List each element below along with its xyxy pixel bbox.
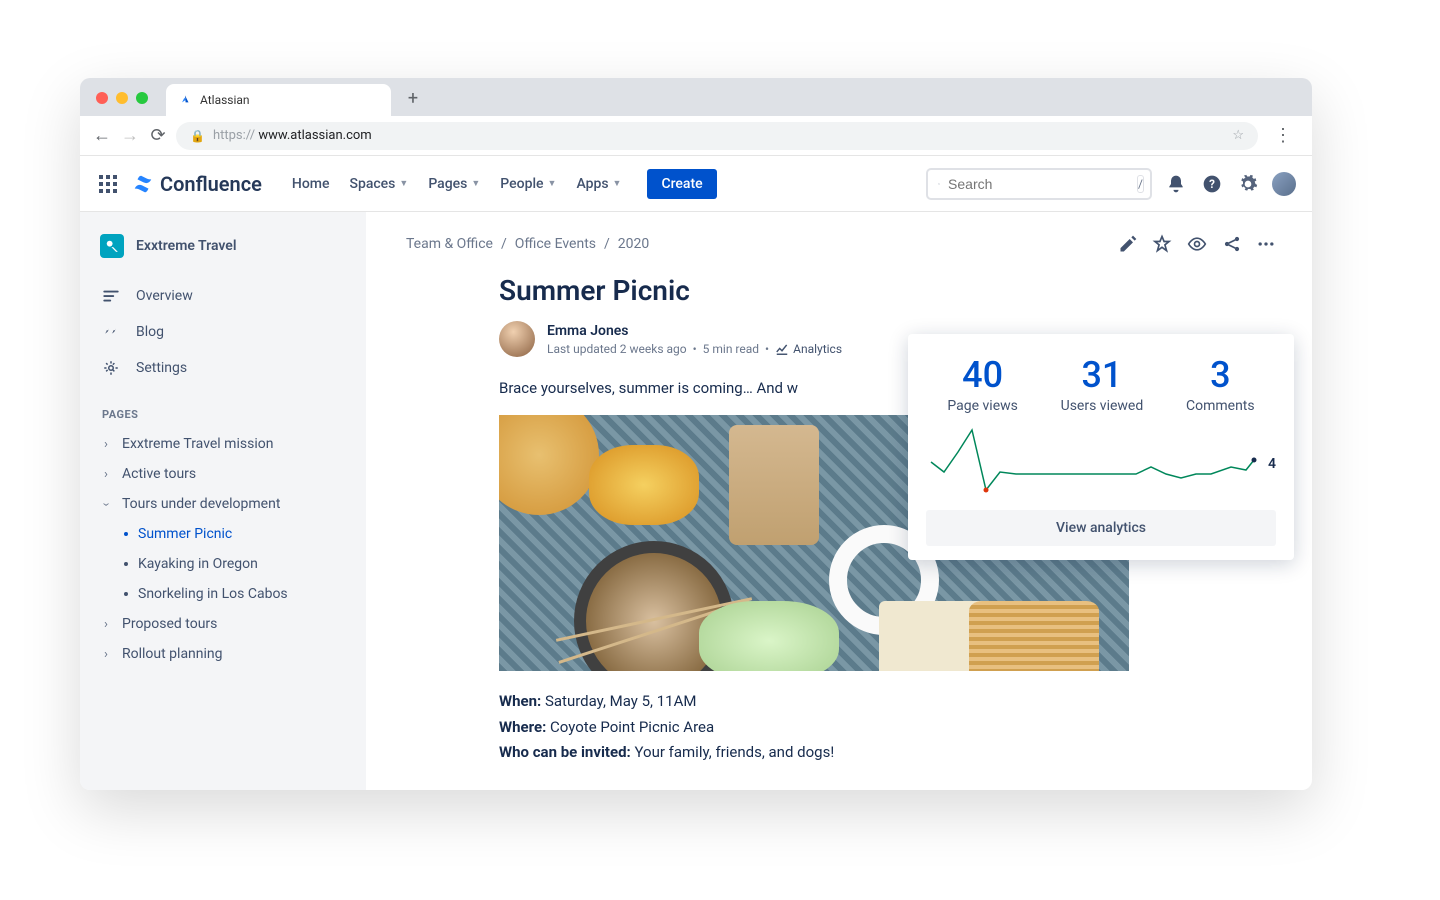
page-title: Summer Picnic bbox=[499, 274, 1179, 307]
tree-summer-picnic[interactable]: Summer Picnic bbox=[94, 519, 352, 549]
browser-tab-strip: Atlassian + bbox=[80, 78, 1312, 116]
nav-people[interactable]: People▼ bbox=[492, 170, 564, 198]
address-bar[interactable]: 🔒 https:// www.atlassian.com ☆ bbox=[176, 122, 1258, 150]
search-shortcut-hint: / bbox=[1137, 175, 1144, 193]
tree-rollout[interactable]: ›Rollout planning bbox=[94, 639, 352, 669]
window-maximize-btn[interactable] bbox=[136, 92, 148, 104]
search-input[interactable] bbox=[948, 176, 1129, 192]
chevron-down-icon: › bbox=[99, 496, 114, 512]
new-tab-button[interactable]: + bbox=[399, 84, 427, 112]
space-name: Exxtreme Travel bbox=[136, 238, 236, 254]
pages-section-label: PAGES bbox=[102, 408, 352, 421]
blog-icon bbox=[102, 323, 120, 341]
share-icon[interactable] bbox=[1222, 234, 1242, 254]
nav-apps[interactable]: Apps▼ bbox=[568, 170, 629, 198]
view-analytics-button[interactable]: View analytics bbox=[926, 510, 1276, 546]
chevron-down-icon: ▼ bbox=[471, 178, 480, 189]
space-icon bbox=[100, 234, 124, 258]
nav-home[interactable]: Home bbox=[284, 170, 338, 198]
crumb-year[interactable]: 2020 bbox=[618, 236, 649, 252]
where-label: Where: bbox=[499, 718, 546, 736]
crumb-events[interactable]: Office Events bbox=[515, 236, 596, 252]
stat-page-views: 40 Page views bbox=[947, 354, 1018, 414]
chevron-right-icon: › bbox=[98, 617, 114, 632]
chevron-right-icon: › bbox=[98, 647, 114, 662]
edit-icon[interactable] bbox=[1118, 234, 1138, 254]
space-header[interactable]: Exxtreme Travel bbox=[94, 234, 352, 258]
watch-icon[interactable] bbox=[1186, 234, 1208, 254]
back-button[interactable]: ← bbox=[92, 125, 112, 146]
overview-icon bbox=[102, 287, 120, 305]
analytics-icon bbox=[775, 342, 789, 356]
reload-button[interactable]: ⟳ bbox=[148, 125, 168, 146]
sidebar-overview[interactable]: Overview bbox=[94, 278, 352, 314]
app-switcher-icon[interactable] bbox=[96, 172, 120, 196]
chevron-down-icon: ▼ bbox=[613, 178, 622, 189]
stat-users-viewed: 31 Users viewed bbox=[1061, 354, 1144, 414]
tree-proposed[interactable]: ›Proposed tours bbox=[94, 609, 352, 639]
sidebar-blog[interactable]: Blog bbox=[94, 314, 352, 350]
chevron-down-icon: ▼ bbox=[548, 178, 557, 189]
chevron-right-icon: › bbox=[98, 467, 114, 482]
last-updated: Last updated 2 weeks ago bbox=[547, 342, 687, 356]
window-close-btn[interactable] bbox=[96, 92, 108, 104]
tree-snorkeling[interactable]: Snorkeling in Los Cabos bbox=[94, 579, 352, 609]
search-field[interactable]: / bbox=[926, 168, 1152, 200]
when-value: Saturday, May 5, 11AM bbox=[541, 692, 696, 710]
gear-icon bbox=[102, 359, 120, 377]
tree-active-tours[interactable]: ›Active tours bbox=[94, 459, 352, 489]
tree-kayaking[interactable]: Kayaking in Oregon bbox=[94, 549, 352, 579]
product-name: Confluence bbox=[160, 172, 262, 196]
stat-comments: 3 Comments bbox=[1186, 354, 1255, 414]
url-protocol: https:// bbox=[213, 128, 255, 143]
who-value: Your family, friends, and dogs! bbox=[631, 743, 834, 761]
tree-tours-devel[interactable]: ›Tours under development bbox=[94, 489, 352, 519]
nav-pages[interactable]: Pages▼ bbox=[420, 170, 488, 198]
chevron-right-icon: › bbox=[98, 437, 114, 452]
window-minimize-btn[interactable] bbox=[116, 92, 128, 104]
svg-text:?: ? bbox=[1209, 177, 1215, 191]
notifications-icon[interactable] bbox=[1164, 172, 1188, 196]
url-host: www.atlassian.com bbox=[255, 128, 372, 143]
analytics-popover: 40 Page views 31 Users viewed 3 Comments bbox=[908, 334, 1294, 560]
help-icon[interactable]: ? bbox=[1200, 172, 1224, 196]
sparkline-chart: 4 bbox=[926, 422, 1276, 502]
lock-icon: 🔒 bbox=[190, 129, 205, 143]
page-content: Team & Office / Office Events / 2020 Sum… bbox=[366, 212, 1312, 790]
author-avatar[interactable] bbox=[499, 321, 535, 357]
nav-spaces[interactable]: Spaces▼ bbox=[341, 170, 416, 198]
app-header: Confluence Home Spaces▼ Pages▼ People▼ A… bbox=[80, 156, 1312, 212]
atlassian-favicon bbox=[178, 93, 192, 107]
bookmark-star-icon[interactable]: ☆ bbox=[1232, 128, 1244, 143]
sidebar: Exxtreme Travel Overview Blog Settings P… bbox=[80, 212, 366, 790]
sparkline-current-value: 4 bbox=[1268, 456, 1276, 472]
settings-icon[interactable] bbox=[1236, 172, 1260, 196]
tree-mission[interactable]: ›Exxtreme Travel mission bbox=[94, 429, 352, 459]
author-name[interactable]: Emma Jones bbox=[547, 323, 842, 339]
where-value: Coyote Point Picnic Area bbox=[546, 718, 714, 736]
user-avatar[interactable] bbox=[1272, 172, 1296, 196]
create-button[interactable]: Create bbox=[647, 169, 716, 199]
browser-tab[interactable]: Atlassian bbox=[166, 84, 391, 116]
read-time: 5 min read bbox=[703, 342, 759, 356]
analytics-link[interactable]: Analytics bbox=[775, 342, 842, 356]
confluence-logo[interactable]: Confluence bbox=[132, 172, 262, 196]
search-icon bbox=[938, 177, 940, 191]
forward-button[interactable]: → bbox=[120, 125, 140, 146]
more-icon[interactable] bbox=[1256, 234, 1276, 254]
confluence-icon bbox=[132, 173, 154, 195]
when-label: When: bbox=[499, 692, 541, 710]
browser-toolbar: ← → ⟳ 🔒 https:// www.atlassian.com ☆ ⋮ bbox=[80, 116, 1312, 156]
tab-title: Atlassian bbox=[200, 93, 250, 107]
star-icon[interactable] bbox=[1152, 234, 1172, 254]
browser-menu-button[interactable]: ⋮ bbox=[1266, 125, 1300, 146]
crumb-team[interactable]: Team & Office bbox=[406, 236, 493, 252]
sidebar-settings[interactable]: Settings bbox=[94, 350, 352, 386]
chevron-down-icon: ▼ bbox=[399, 178, 408, 189]
who-label: Who can be invited: bbox=[499, 743, 631, 761]
